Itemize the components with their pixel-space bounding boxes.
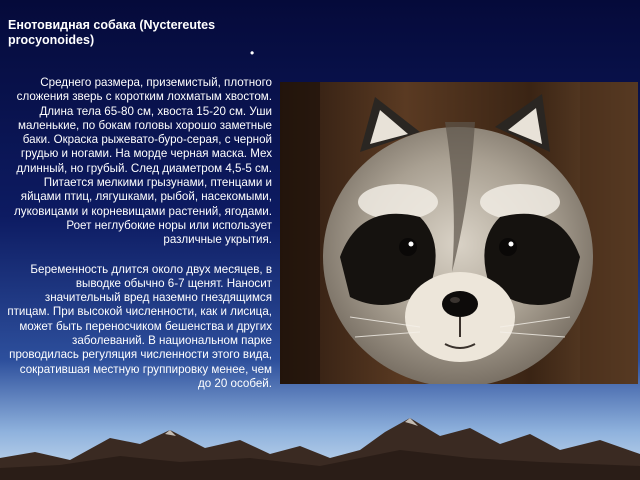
paragraph-description: Среднего размера, приземистый, плотного …	[14, 76, 272, 247]
mountain-silhouette	[0, 418, 640, 480]
slide-body: Среднего размера, приземистый, плотного …	[6, 76, 272, 391]
slide: Енотовидная собака (Nyctereutes procyono…	[0, 0, 640, 480]
raccoon-dog-photo	[280, 82, 638, 384]
slide-title: Енотовидная собака (Nyctereutes procyono…	[8, 18, 216, 47]
bullet-point: •	[250, 46, 255, 60]
paragraph-reproduction: Беременность длится около двух месяцев, …	[7, 262, 272, 390]
raccoon-dog-illustration	[280, 82, 638, 384]
